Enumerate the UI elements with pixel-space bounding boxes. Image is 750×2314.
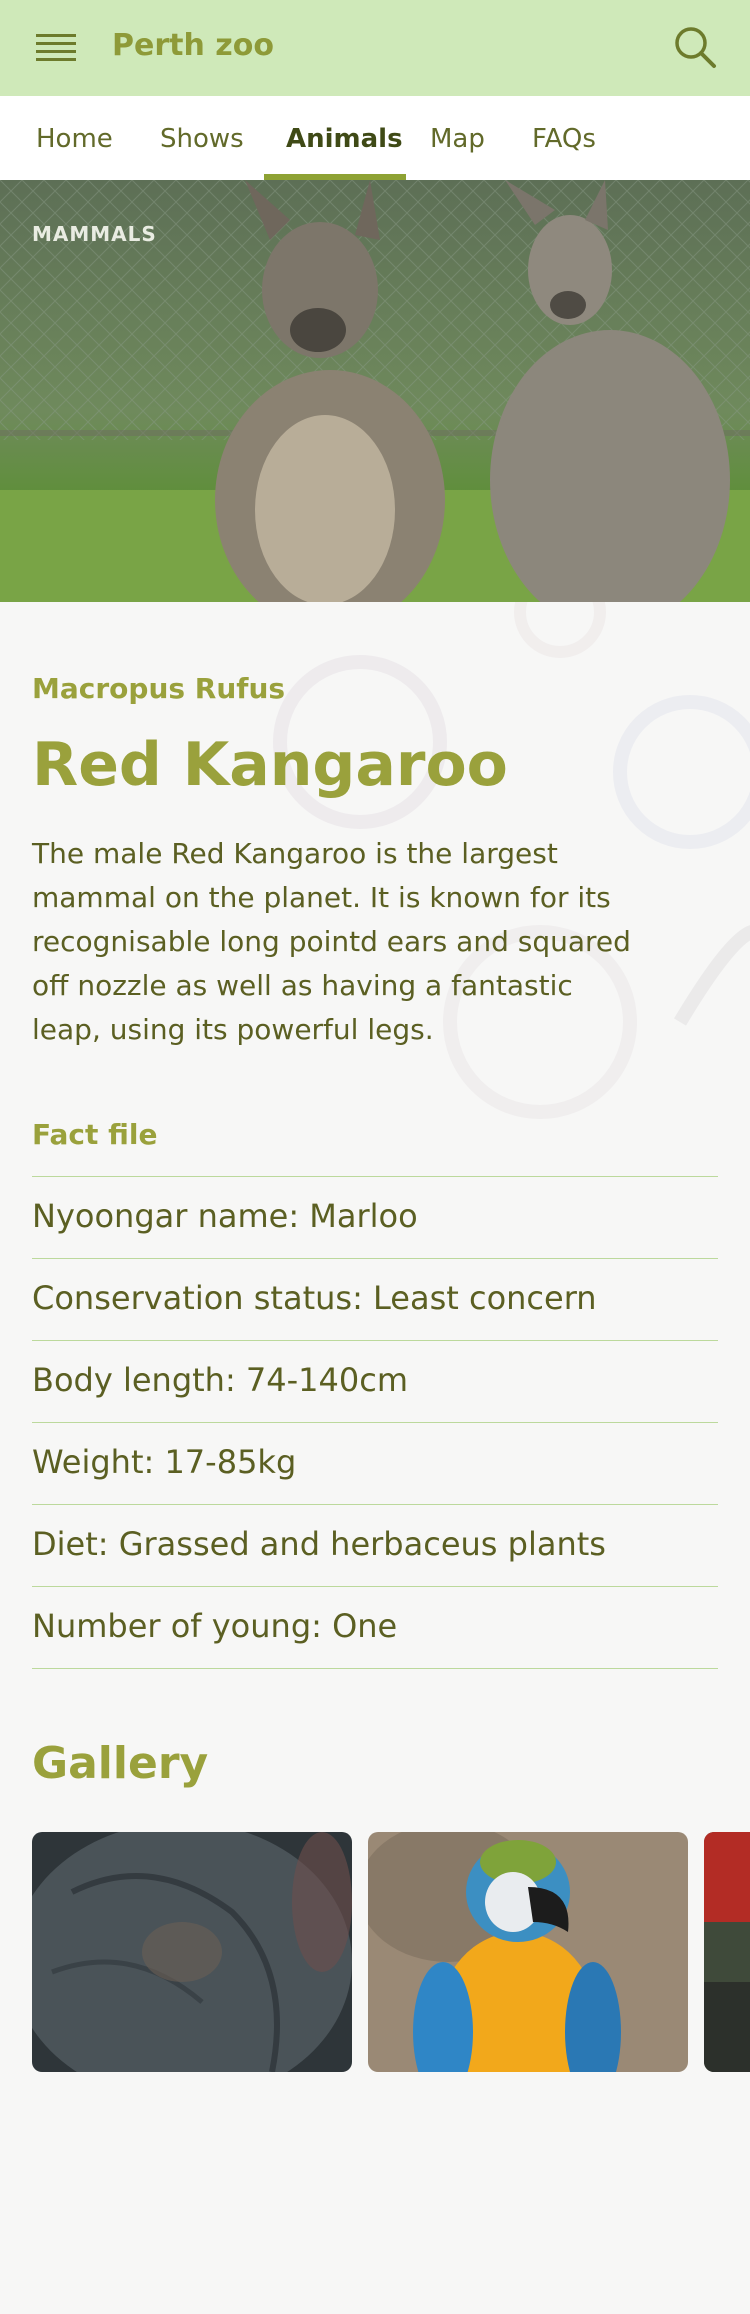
fact-row: Diet: Grassed and herbaceus plants bbox=[32, 1504, 718, 1587]
fact-row: Body length: 74-140cm bbox=[32, 1340, 718, 1423]
gallery-image-partial[interactable] bbox=[704, 1832, 750, 2072]
main-nav: Home Shows Animals Map FAQs bbox=[0, 96, 750, 181]
fact-text: Weight: 17-85kg bbox=[32, 1443, 297, 1481]
fact-row: Weight: 17-85kg bbox=[32, 1422, 718, 1505]
app-header: Perth zoo bbox=[0, 0, 750, 96]
fact-text: Conservation status: Least concern bbox=[32, 1279, 597, 1317]
gallery-image-elephant[interactable] bbox=[32, 1832, 352, 2072]
fact-file-heading: Fact file bbox=[32, 1118, 158, 1151]
fact-text: Nyoongar name: Marloo bbox=[32, 1197, 418, 1235]
gallery-heading: Gallery bbox=[32, 1738, 209, 1789]
tab-home[interactable]: Home bbox=[36, 124, 113, 154]
fact-row: Nyoongar name: Marloo bbox=[32, 1176, 718, 1259]
tab-map[interactable]: Map bbox=[430, 124, 485, 154]
app-title: Perth zoo bbox=[112, 28, 274, 63]
animal-name-heading: Red Kangaroo bbox=[32, 730, 508, 800]
fact-text: Number of young: One bbox=[32, 1607, 398, 1645]
category-label: MAMMALS bbox=[32, 222, 157, 246]
search-icon[interactable] bbox=[672, 24, 718, 70]
fact-file-divider bbox=[32, 1668, 718, 1669]
tab-faqs[interactable]: FAQs bbox=[532, 124, 596, 154]
hamburger-menu-icon[interactable] bbox=[36, 34, 76, 62]
fact-row: Number of young: One bbox=[32, 1586, 718, 1669]
animal-description: The male Red Kangaroo is the largest mam… bbox=[32, 837, 631, 1046]
tab-animals[interactable]: Animals bbox=[286, 124, 403, 154]
scientific-name: Macropus Rufus bbox=[32, 672, 286, 705]
gallery-image-macaw[interactable] bbox=[368, 1832, 688, 2072]
fact-row: Conservation status: Least concern bbox=[32, 1258, 718, 1341]
fact-text: Body length: 74-140cm bbox=[32, 1361, 409, 1399]
tab-shows[interactable]: Shows bbox=[160, 124, 244, 154]
hero-image-kangaroos: MAMMALS bbox=[0, 180, 750, 602]
fact-text: Diet: Grassed and herbaceus plants bbox=[32, 1525, 606, 1563]
